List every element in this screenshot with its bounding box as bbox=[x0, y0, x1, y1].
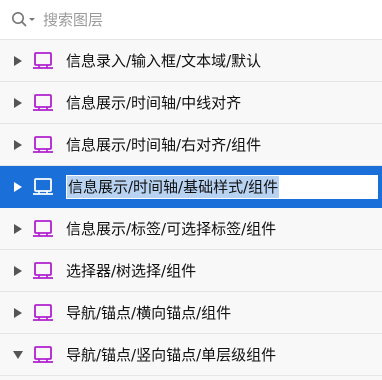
expand-right-icon[interactable] bbox=[12, 307, 24, 319]
layer-label: 信息录入/输入框/文本域/默认 bbox=[66, 52, 262, 70]
layer-row[interactable]: 导航/锚点/竖向锚点/单层级组件 bbox=[0, 334, 382, 376]
component-icon bbox=[32, 345, 54, 365]
component-icon bbox=[32, 51, 54, 71]
expand-right-icon[interactable] bbox=[12, 265, 24, 277]
expand-right-icon[interactable] bbox=[12, 139, 24, 151]
component-icon bbox=[32, 261, 54, 281]
layer-row[interactable]: 信息展示/时间轴/右对齐/组件 bbox=[0, 124, 382, 166]
layer-row[interactable]: 选择器/树选择/组件 bbox=[0, 250, 382, 292]
component-icon bbox=[32, 135, 54, 155]
component-icon bbox=[32, 177, 54, 197]
component-icon bbox=[32, 93, 54, 113]
component-icon bbox=[32, 303, 54, 323]
layer-list: 信息录入/输入框/文本域/默认 信息展示/时间轴/中线对齐信息展示/时间轴/右对齐… bbox=[0, 40, 382, 376]
layer-label: 导航/锚点/竖向锚点/单层级组件 bbox=[66, 346, 277, 364]
layer-row[interactable]: 信息展示/时间轴/中线对齐 bbox=[0, 82, 382, 124]
expand-right-icon[interactable] bbox=[12, 223, 24, 235]
component-icon bbox=[32, 219, 54, 239]
layer-label: 信息展示/时间轴/右对齐/组件 bbox=[66, 136, 262, 154]
expand-right-icon[interactable] bbox=[12, 55, 24, 67]
layer-rename-field[interactable]: 信息展示/时间轴/基础样式/组件 bbox=[66, 174, 378, 199]
layer-row[interactable]: 信息展示/时间轴/基础样式/组件 bbox=[0, 166, 382, 208]
expand-down-icon[interactable] bbox=[12, 349, 24, 361]
expand-right-icon[interactable] bbox=[12, 181, 24, 193]
layers-panel: 信息录入/输入框/文本域/默认信息展示/时间轴/中线对齐信息展示/时间轴/右对齐… bbox=[0, 0, 382, 380]
expand-right-icon[interactable] bbox=[12, 97, 24, 109]
layer-row[interactable]: 信息展示/标签/可选择标签/组件 bbox=[0, 208, 382, 250]
layer-label: 导航/锚点/横向锚点/组件 bbox=[66, 304, 232, 322]
layer-label: 选择器/树选择/组件 bbox=[66, 262, 197, 280]
search-bar bbox=[0, 0, 382, 40]
search-icon[interactable] bbox=[11, 11, 37, 29]
layer-label: 信息展示/标签/可选择标签/组件 bbox=[66, 220, 277, 238]
search-input[interactable] bbox=[43, 10, 343, 29]
layer-row[interactable]: 导航/锚点/横向锚点/组件 bbox=[0, 292, 382, 334]
layer-row[interactable]: 信息录入/输入框/文本域/默认 bbox=[0, 40, 382, 82]
layer-label: 信息展示/时间轴/中线对齐 bbox=[66, 94, 242, 112]
layer-label: 信息展示/时间轴/基础样式/组件 bbox=[67, 175, 280, 198]
